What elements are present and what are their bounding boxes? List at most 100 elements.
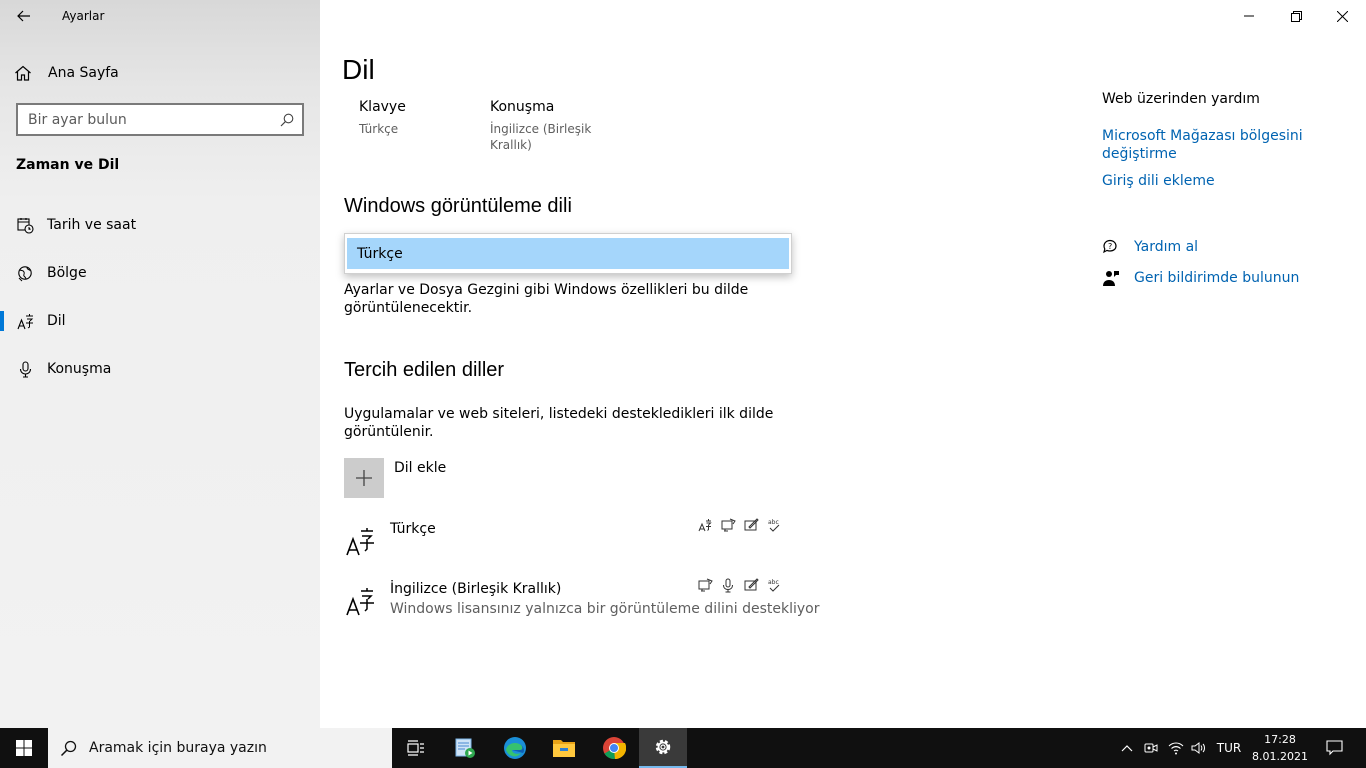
sidebar-item-language[interactable]: Dil [0, 303, 320, 339]
add-language-button[interactable] [344, 458, 384, 498]
microphone-icon [720, 577, 736, 593]
language-name: İngilizce (Birleşik Krallık) [390, 581, 562, 597]
chrome-app[interactable] [590, 728, 638, 768]
give-feedback-link[interactable]: Geri bildirimde bulunun [1102, 268, 1299, 288]
action-center-button[interactable] [1318, 728, 1350, 768]
file-explorer-app[interactable] [540, 728, 588, 768]
home-icon [15, 65, 31, 81]
volume-button[interactable] [1188, 728, 1210, 768]
calendar-clock-icon [16, 216, 34, 234]
display-language-dropdown[interactable]: Türkçe [344, 233, 792, 274]
keyboard-value: Türkçe [359, 122, 399, 136]
taskbar-search-placeholder: Aramak için buraya yazın [89, 740, 267, 756]
photos-video-icon [455, 738, 475, 758]
meet-now-icon [1144, 743, 1158, 753]
plus-icon [356, 470, 372, 486]
svg-text:?: ? [1108, 242, 1112, 251]
get-help-link[interactable]: ? Yardım al [1102, 237, 1198, 257]
keyboard-summary[interactable]: Klavye Türkçe [359, 99, 406, 137]
photos-video-app[interactable] [441, 728, 489, 768]
display-language-icon [697, 517, 713, 533]
file-explorer-icon [553, 740, 575, 757]
sidebar-item-label: Tarih ve saat [47, 217, 137, 233]
clock-date: 8.01.2021 [1252, 750, 1308, 763]
sidebar-item-label: Konuşma [47, 361, 112, 377]
close-button[interactable] [1319, 4, 1365, 28]
language-name: Türkçe [390, 521, 436, 537]
language-item-turkish[interactable]: Türkçe abc [344, 518, 784, 571]
edge-app[interactable] [491, 728, 539, 768]
give-feedback-label: Geri bildirimde bulunun [1134, 270, 1300, 286]
spell-check-icon: abc [766, 577, 782, 593]
task-view-icon [407, 740, 424, 756]
dropdown-option-selected[interactable]: Türkçe [347, 238, 789, 269]
handwriting-icon [743, 517, 759, 533]
speaker-icon [1191, 742, 1205, 754]
edge-icon [504, 737, 526, 759]
back-arrow-icon [17, 10, 30, 22]
keyboard-label: Klavye [359, 99, 406, 115]
sidebar-item-date-time[interactable]: Tarih ve saat [0, 207, 320, 243]
sidebar-item-label: Dil [47, 313, 66, 329]
add-input-language-link[interactable]: Giriş dili ekleme [1102, 172, 1215, 190]
taskbar-search-input[interactable]: Aramak için buraya yazın [48, 728, 392, 768]
settings-gear-icon [655, 739, 671, 755]
restore-button[interactable] [1273, 4, 1319, 28]
back-button[interactable] [10, 4, 38, 28]
spell-check-icon: abc [766, 517, 782, 533]
settings-app[interactable] [639, 728, 687, 768]
language-icon [16, 312, 34, 330]
start-button[interactable] [0, 728, 48, 768]
get-help-label: Yardım al [1134, 239, 1199, 255]
restore-icon [1290, 10, 1302, 22]
change-store-region-link[interactable]: Microsoft Mağazası bölgesini değiştirme [1102, 127, 1303, 163]
meet-now-button[interactable] [1141, 728, 1161, 768]
selected-indicator [0, 311, 4, 331]
minimize-icon [1244, 15, 1254, 17]
chrome-icon [603, 737, 626, 760]
page-title: Dil [342, 54, 375, 85]
feedback-person-icon [1103, 271, 1119, 286]
settings-search-input[interactable]: Bir ayar bulun [16, 103, 304, 136]
search-icon [280, 113, 294, 126]
help-chat-icon: ? [1103, 239, 1117, 254]
add-language-label[interactable]: Dil ekle [394, 460, 446, 476]
svg-text:abc: abc [768, 519, 779, 526]
preferred-languages-heading: Tercih edilen diller [344, 359, 505, 381]
search-placeholder: Bir ayar bulun [28, 111, 127, 128]
main-content: Dil Klavye Türkçe Konuşma İngilizce (Bir… [320, 0, 1366, 728]
clock-time: 17:28 [1264, 733, 1296, 746]
home-nav[interactable]: Ana Sayfa [14, 60, 119, 86]
sidebar: Ayarlar Ana Sayfa Bir ayar bulun Zaman v… [0, 0, 320, 728]
notification-icon [1325, 740, 1343, 756]
language-glyph-icon [346, 588, 374, 616]
chevron-up-icon [1121, 745, 1133, 752]
sidebar-item-speech[interactable]: Konuşma [0, 351, 320, 387]
language-item-english-uk[interactable]: İngilizce (Birleşik Krallık) Windows lis… [344, 578, 819, 631]
text-to-speech-icon [720, 517, 736, 533]
speech-value: İngilizce (Birleşik Krallık) [490, 122, 592, 152]
microphone-icon [16, 360, 34, 378]
minimize-button[interactable] [1226, 4, 1272, 28]
wifi-icon [1168, 742, 1184, 755]
app-title: Ayarlar [62, 9, 105, 23]
taskbar-clock[interactable]: 17:28 8.01.2021 [1250, 731, 1310, 765]
handwriting-icon [743, 577, 759, 593]
search-icon [60, 740, 77, 756]
speech-summary[interactable]: Konuşma İngilizce (Birleşik Krallık) [490, 99, 591, 153]
language-glyph-icon [346, 528, 374, 556]
section-title: Zaman ve Dil [16, 157, 120, 173]
show-hidden-icons-button[interactable] [1116, 728, 1138, 768]
home-label: Ana Sayfa [48, 65, 119, 81]
taskbar: Aramak için buraya yazın TUR 17:28 8.01.… [0, 728, 1366, 768]
globe-icon [16, 264, 34, 282]
svg-text:abc: abc [768, 579, 779, 586]
preferred-languages-description: Uygulamalar ve web siteleri, listedeki d… [344, 406, 774, 440]
sidebar-item-region[interactable]: Bölge [0, 255, 320, 291]
speech-label: Konuşma [490, 99, 555, 115]
task-view-button[interactable] [392, 728, 440, 768]
display-language-heading: Windows görüntüleme dili [344, 195, 572, 217]
network-button[interactable] [1165, 728, 1187, 768]
web-help-title: Web üzerinden yardım [1102, 91, 1260, 107]
input-language-indicator[interactable]: TUR [1212, 728, 1246, 768]
